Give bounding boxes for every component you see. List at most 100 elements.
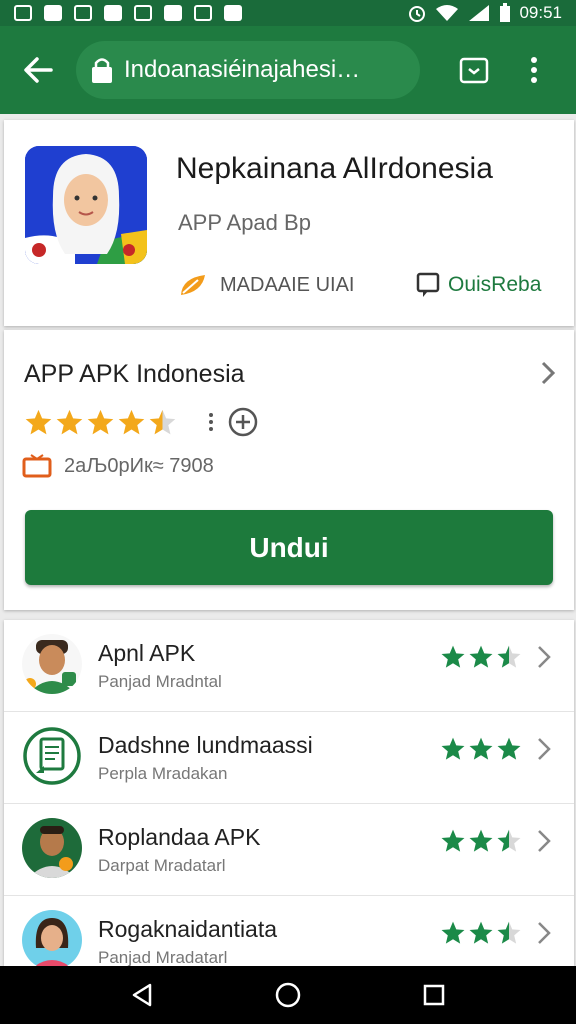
wifi-icon	[436, 5, 459, 21]
nav-recents-icon[interactable]	[422, 983, 446, 1007]
star-icon	[441, 921, 465, 944]
list-item-title: Dadshne lundmaassi	[98, 732, 313, 758]
list-item-chevron[interactable]	[536, 644, 552, 675]
signal-icon	[469, 5, 490, 21]
list-item-title: Apnl APK	[98, 640, 196, 666]
file-size-text: 2аЉ0рИк≈ 7908	[64, 454, 214, 477]
hijab-woman-icon	[25, 146, 147, 264]
star-icon	[469, 645, 493, 668]
document-icon	[23, 727, 81, 785]
message-icon	[44, 5, 62, 21]
avatar	[22, 726, 82, 786]
alarm-icon	[409, 6, 426, 22]
sync-icon	[194, 5, 212, 21]
nav-back-icon[interactable]	[130, 982, 154, 1008]
lock-icon	[224, 5, 242, 21]
woman-avatar-icon	[22, 910, 82, 966]
arrow-back-icon	[24, 57, 53, 83]
comment-icon	[416, 272, 440, 297]
star-icon	[469, 829, 493, 852]
list-item-title: Rogaknaidantiata	[98, 916, 278, 942]
back-button[interactable]	[0, 26, 76, 114]
star-icon	[497, 737, 521, 760]
app-logo[interactable]	[25, 146, 147, 264]
tab-icon	[459, 57, 489, 84]
lock-icon	[92, 58, 112, 83]
list-item[interactable]: Roplandaa APK Darpat Mradatarl	[4, 804, 574, 896]
list-item-subtitle: Panjad Mradatarl	[98, 948, 228, 966]
bag-icon	[164, 5, 182, 21]
star-icon	[441, 829, 465, 852]
chevron-right-icon	[538, 738, 551, 760]
download-button[interactable]: Undui	[25, 510, 553, 585]
app-details-card: APP APK Indonesia 2аЉ0рИк≈ 7908 Undui	[4, 330, 574, 610]
leaf-badge-icon	[181, 275, 205, 295]
list-item-rating	[440, 828, 522, 854]
star-icon	[149, 409, 176, 434]
star-icon	[441, 737, 465, 760]
app-icon	[74, 5, 92, 21]
list-item-rating	[440, 644, 522, 670]
star-icon	[497, 829, 521, 852]
star-icon	[25, 409, 52, 434]
app-category: MADAAIE UIAI	[178, 272, 354, 298]
star-icon	[56, 409, 83, 434]
star-icon	[497, 645, 521, 668]
list-item[interactable]: Apnl APK Panjad Mradntal	[4, 620, 574, 712]
details-chevron[interactable]	[540, 360, 556, 391]
avatar	[22, 910, 82, 966]
system-nav-bar	[0, 966, 576, 1024]
avatar	[22, 818, 82, 878]
list-item-chevron[interactable]	[536, 736, 552, 767]
battery-icon	[500, 3, 511, 22]
app-title: Nepkainana AlIrdonesia	[176, 152, 493, 185]
overflow-menu-button[interactable]	[504, 26, 564, 114]
app-developer: APP Apad Bp	[178, 210, 311, 235]
man-avatar-icon	[22, 818, 82, 878]
notification-icon	[14, 5, 32, 21]
list-item-rating	[440, 920, 522, 946]
star-icon	[87, 409, 114, 434]
details-title: APP APK Indonesia	[24, 360, 245, 388]
list-item-title: Roplandaa APK	[98, 824, 261, 850]
rating-row	[24, 406, 259, 438]
nav-home-icon[interactable]	[274, 981, 302, 1009]
list-item-subtitle: Darpat Mradatarl	[98, 856, 226, 875]
app-tag-text: OuisReba	[448, 273, 542, 296]
clock: 09:51	[519, 3, 562, 22]
chevron-right-icon	[538, 646, 551, 668]
chevron-right-icon	[538, 830, 551, 852]
app-category-text: MADAAIE UIAI	[220, 273, 355, 296]
app-bar: Indoanasiéinajahesi…	[0, 26, 576, 114]
related-apps-list: Apnl APK Panjad Mradntal Dadshne lundmaa…	[4, 620, 574, 966]
list-item-subtitle: Perpla Mradakan	[98, 764, 228, 783]
app-header-card: Nepkainana AlIrdonesia APP Apad Bp MADAA…	[4, 120, 574, 326]
rating-menu-icon[interactable]	[209, 413, 213, 431]
list-item-rating	[440, 736, 522, 762]
status-bar: 09:51	[0, 0, 576, 26]
edit-icon	[134, 5, 152, 21]
tv-icon	[22, 454, 52, 478]
chevron-right-icon	[538, 922, 551, 944]
list-item[interactable]: Dadshne lundmaassi Perpla Mradakan	[4, 712, 574, 804]
list-item-chevron[interactable]	[536, 828, 552, 859]
more-vert-icon	[531, 57, 537, 83]
star-icon	[469, 737, 493, 760]
url-bar[interactable]: Indoanasiéinajahesi…	[76, 41, 420, 99]
list-item[interactable]: Rogaknaidantiata Panjad Mradatarl	[4, 896, 574, 966]
star-icon	[497, 921, 521, 944]
list-item-chevron[interactable]	[536, 920, 552, 951]
list-item-subtitle: Panjad Mradntal	[98, 672, 222, 691]
avatar	[22, 634, 82, 694]
tab-switcher-button[interactable]	[444, 26, 504, 114]
file-size-row: 2аЉ0рИк≈ 7908	[22, 454, 214, 478]
shield-icon	[104, 5, 122, 21]
add-circle-icon[interactable]	[227, 406, 259, 438]
app-tag: OuisReba	[416, 272, 541, 298]
star-icon	[441, 645, 465, 668]
star-icon	[469, 921, 493, 944]
star-icon	[118, 409, 145, 434]
man-avatar-icon	[22, 634, 82, 694]
url-text: Indoanasiéinajahesi…	[124, 56, 361, 83]
rating-stars	[24, 408, 177, 437]
